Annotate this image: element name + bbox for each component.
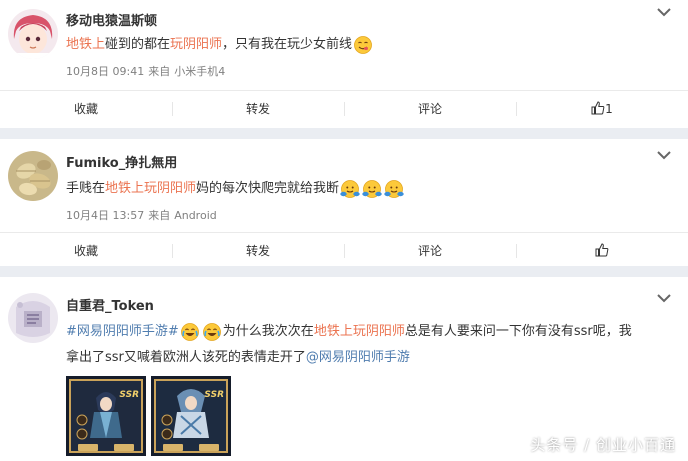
game-screenshot-2[interactable]: SSR bbox=[151, 376, 231, 456]
post-text: 手贱在 bbox=[66, 181, 106, 196]
hug-emoji bbox=[340, 179, 360, 198]
game-screenshot-1[interactable]: SSR bbox=[66, 376, 146, 456]
thumbs-up-icon bbox=[591, 101, 605, 115]
watermark: 头条号 / 创业小百通 bbox=[530, 436, 676, 454]
repost-label: 转发 bbox=[245, 102, 270, 116]
post-time[interactable]: 10月8日 09:41 bbox=[66, 65, 144, 78]
post-meta: 10月8日 09:41 来自 小米手机4 bbox=[66, 63, 229, 79]
yum-emoji bbox=[354, 35, 372, 54]
post-content: 地铁上碰到的都在玩阴阳师，只有我在玩少女前线 bbox=[66, 33, 374, 57]
username[interactable]: 自重君_Token bbox=[66, 295, 154, 314]
post-text: 碰到的都在 bbox=[105, 37, 171, 52]
ssr-badge: SSR bbox=[204, 390, 224, 400]
avatar[interactable] bbox=[8, 9, 58, 59]
topic-link[interactable]: #网易阴阳师手游# bbox=[66, 324, 179, 339]
post-text: 拿出了ssr又喊着欧洲人该死的表情走开了 bbox=[66, 350, 306, 365]
post-source[interactable]: Android bbox=[174, 209, 217, 222]
favorite-label: 收藏 bbox=[73, 244, 98, 258]
comment-button[interactable]: 评论 bbox=[344, 233, 516, 269]
favorite-button[interactable]: 收藏 bbox=[0, 233, 172, 269]
post-content: 手贱在地铁上玩阴阳师妈的每次快爬完就给我断 bbox=[66, 177, 405, 201]
source-prefix: 来自 bbox=[148, 209, 171, 222]
source-prefix: 来自 bbox=[148, 65, 171, 78]
repost-label: 转发 bbox=[245, 244, 270, 258]
like-count: 1 bbox=[605, 102, 613, 116]
post-meta: 10月4日 13:57 来自 Android bbox=[66, 207, 221, 223]
hug-emoji bbox=[384, 179, 404, 198]
laugh-cry-emoji bbox=[202, 322, 221, 341]
topic-link[interactable]: @网易阴阳师手游 bbox=[306, 350, 410, 365]
post-text: 总是有人要来问一下你有没有ssr呢，我 bbox=[404, 324, 632, 339]
chevron-down-icon[interactable] bbox=[656, 150, 672, 160]
post-time[interactable]: 10月4日 13:57 bbox=[66, 209, 144, 222]
repost-button[interactable]: 转发 bbox=[172, 233, 344, 269]
post-text: ，只有我在玩少女前线 bbox=[222, 37, 353, 52]
post-text: 妈的每次快爬完就给我断 bbox=[196, 181, 340, 196]
username[interactable]: Fumiko_挣扎無用 bbox=[66, 152, 177, 171]
favorite-label: 收藏 bbox=[73, 102, 98, 116]
action-bar: 收藏 转发 评论 1 bbox=[0, 90, 688, 127]
like-button[interactable]: 1 bbox=[516, 91, 688, 127]
keyword-highlight: 玩阴阳师 bbox=[170, 37, 223, 52]
action-bar: 收藏 转发 评论 bbox=[0, 232, 688, 269]
post-card-1: 移动电猿温斯顿 地铁上碰到的都在玩阴阳师，只有我在玩少女前线 10月8日 09:… bbox=[0, 0, 688, 128]
ssr-badge: SSR bbox=[119, 390, 139, 400]
comment-label: 评论 bbox=[417, 102, 442, 116]
thumbs-up-icon bbox=[595, 243, 609, 257]
chevron-down-icon[interactable] bbox=[656, 293, 672, 303]
post-content-line: 拿出了ssr又喊着欧洲人该死的表情走开了@网易阴阳师手游 bbox=[66, 346, 410, 370]
keyword-highlight: 地铁上 bbox=[66, 37, 106, 52]
avatar[interactable] bbox=[8, 151, 58, 201]
favorite-button[interactable]: 收藏 bbox=[0, 91, 172, 127]
keyword-highlight: 地铁上玩阴阳师 bbox=[313, 324, 405, 339]
post-content-line: #网易阴阳师手游# 为什么我次次在地铁上玩阴阳师总是有人要来问一下你有没有ssr呢… bbox=[66, 320, 632, 344]
laugh-cry-emoji bbox=[180, 322, 199, 341]
avatar[interactable] bbox=[8, 293, 58, 343]
keyword-highlight: 地铁上玩阴阳师 bbox=[105, 181, 197, 196]
comment-label: 评论 bbox=[417, 244, 442, 258]
like-button[interactable] bbox=[516, 233, 688, 269]
chevron-down-icon[interactable] bbox=[656, 7, 672, 17]
post-card-2: Fumiko_挣扎無用 手贱在地铁上玩阴阳师妈的每次快爬完就给我断 10月4日 … bbox=[0, 139, 688, 266]
post-text: 为什么我次次在 bbox=[222, 324, 314, 339]
repost-button[interactable]: 转发 bbox=[172, 91, 344, 127]
username[interactable]: 移动电猿温斯顿 bbox=[66, 10, 157, 29]
hug-emoji bbox=[362, 179, 382, 198]
post-source[interactable]: 小米手机4 bbox=[174, 65, 225, 78]
comment-button[interactable]: 评论 bbox=[344, 91, 516, 127]
